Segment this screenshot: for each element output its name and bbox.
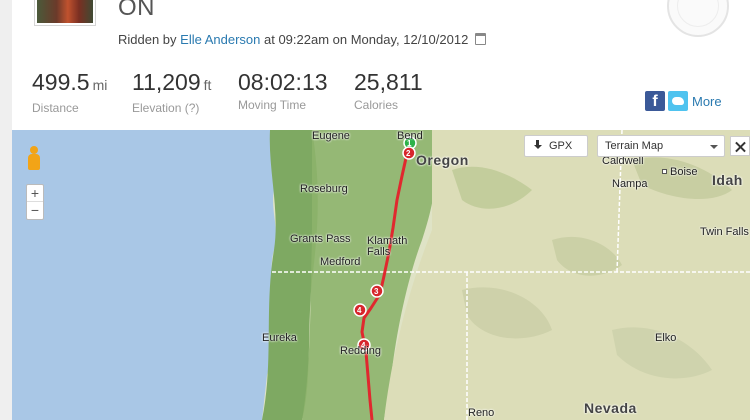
ridden-date: at 09:22am on Monday, 12/10/2012 — [260, 32, 469, 47]
zoom-in-button[interactable]: + — [27, 185, 43, 202]
map-label-roseburg: Roseburg — [300, 183, 348, 195]
more-share-link[interactable]: More — [692, 94, 722, 109]
stat-calories-value: 25,811 — [354, 69, 423, 95]
map-label-nampa: Nampa — [612, 178, 648, 190]
rider-avatar[interactable] — [34, 0, 96, 26]
ridden-prefix: Ridden by — [118, 32, 181, 47]
stat-distance-value: 499.5 — [32, 69, 90, 95]
map-label-nevada: Nevada — [584, 400, 637, 416]
gpx-download-button[interactable]: GPX — [524, 135, 588, 157]
map-terrain: 1 2 3 4 4 — [12, 130, 750, 420]
map-label-eugene: Eugene — [312, 130, 350, 142]
gpx-label: GPX — [549, 140, 573, 152]
zoom-out-button[interactable]: − — [27, 202, 43, 219]
stat-distance-label: Distance — [32, 101, 79, 115]
marker-2: 2 — [406, 149, 411, 158]
route-map[interactable]: 1 2 3 4 4 Eugene Bend Oregon Caldwell Bo… — [12, 130, 750, 420]
map-type-value: Terrain Map — [605, 140, 664, 152]
stat-moving-time-value: 08:02:13 — [238, 69, 328, 95]
facebook-icon[interactable]: f — [645, 91, 665, 111]
stat-distance-unit: mi — [92, 77, 108, 93]
share-buttons: f More — [645, 91, 722, 111]
map-label-idaho: Idah — [712, 172, 743, 188]
stat-elevation-label[interactable]: Elevation (?) — [132, 101, 211, 115]
map-label-bend: Bend — [397, 130, 423, 142]
map-label-oregon: Oregon — [416, 152, 469, 168]
map-label-eureka: Eureka — [262, 332, 297, 344]
stat-moving-time: 08:02:13 Moving Time — [238, 68, 328, 112]
marker-3: 3 — [374, 287, 379, 296]
calendar-icon[interactable] — [474, 33, 486, 45]
stat-moving-time-label: Moving Time — [238, 98, 307, 112]
stat-elevation-unit: ft — [203, 77, 212, 93]
map-label-klamath-falls: Klamath Falls — [367, 235, 408, 258]
map-label-redding: Redding — [340, 345, 381, 357]
street-view-pegman-icon[interactable] — [26, 146, 42, 172]
rider-link[interactable]: Elle Anderson — [180, 32, 260, 47]
stat-calories-label: Calories — [354, 98, 399, 112]
map-type-select[interactable]: Terrain Map — [597, 135, 725, 157]
stat-calories: 25,811 Calories — [354, 68, 423, 112]
map-label-reno: Reno — [468, 407, 495, 419]
stat-distance: 499.5 mi Distance — [32, 68, 107, 115]
map-label-elko: Elko — [655, 332, 677, 344]
stat-elevation: 11,209 ft Elevation (?) — [132, 68, 211, 115]
avatar-photo — [37, 0, 93, 23]
chevron-down-icon — [710, 145, 718, 149]
badge-emblem — [677, 0, 719, 27]
stat-elevation-value: 11,209 — [132, 69, 201, 95]
ridden-by-line: Ridden by Elle Anderson at 09:22am on Mo… — [118, 32, 486, 47]
zoom-control: + − — [26, 184, 44, 220]
fullscreen-icon[interactable] — [730, 136, 750, 156]
download-icon — [533, 140, 543, 150]
activity-page: ON Ridden by Elle Anderson at 09:22am on… — [0, 0, 750, 420]
activity-header: ON Ridden by Elle Anderson at 09:22am on… — [12, 0, 750, 130]
achievement-badge — [667, 0, 729, 37]
map-label-twin-falls: Twin Falls — [700, 226, 749, 238]
map-label-grants-pass: Grants Pass — [290, 233, 351, 245]
marker-4a: 4 — [357, 306, 362, 315]
activity-title: ON — [118, 0, 155, 21]
twitter-icon[interactable] — [668, 91, 688, 111]
map-label-medford: Medford — [320, 256, 361, 268]
map-label-boise: Boise — [662, 166, 698, 178]
